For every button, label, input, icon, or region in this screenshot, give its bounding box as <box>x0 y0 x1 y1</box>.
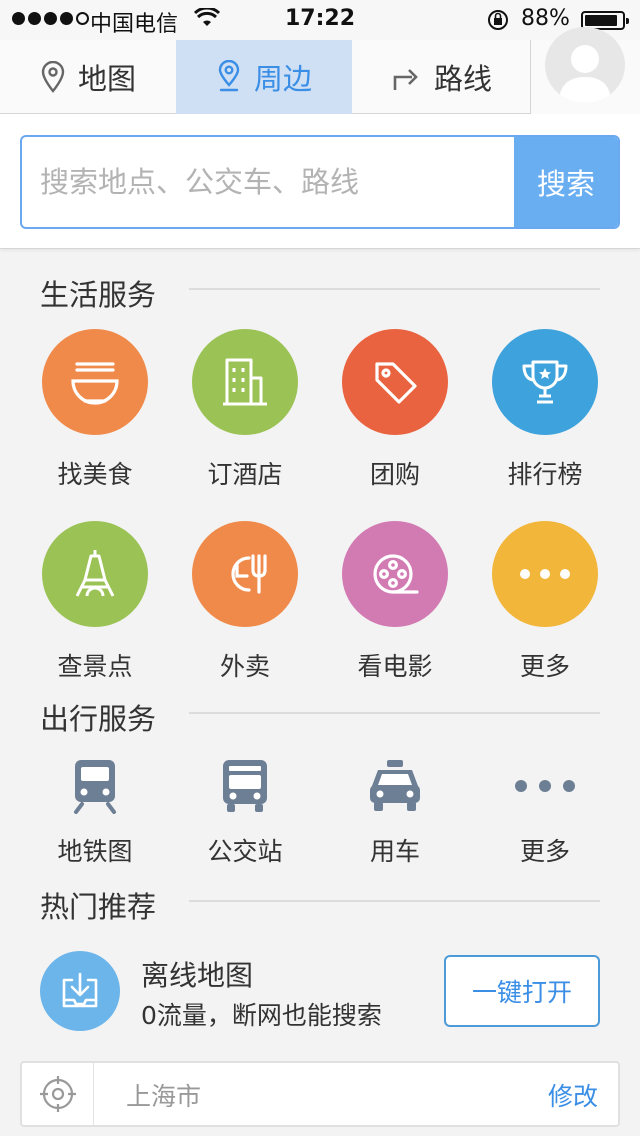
noodle-bowl-icon <box>42 329 148 435</box>
film-reel-icon <box>342 521 448 627</box>
status-bar: 中国电信 17:22 88% <box>0 0 640 40</box>
more-dots-icon <box>492 521 598 627</box>
search-button[interactable]: 搜索 <box>514 137 618 227</box>
service-food[interactable]: 找美食 <box>20 329 170 491</box>
service-groupbuy[interactable]: 团购 <box>320 329 470 491</box>
rotation-lock-icon <box>488 10 508 30</box>
tab-map-label: 地图 <box>77 62 136 96</box>
travel-label: 更多 <box>519 837 570 866</box>
offline-map-subtitle: 0流量，断网也能搜索 <box>141 1001 382 1030</box>
search-box: 搜索 <box>20 135 620 229</box>
service-more[interactable]: 更多 <box>470 521 620 683</box>
service-movie[interactable]: 看电影 <box>320 521 470 683</box>
service-label: 查景点 <box>57 652 133 681</box>
clock-fork-icon <box>192 521 298 627</box>
service-ranking[interactable]: 排行榜 <box>470 329 620 491</box>
travel-label: 地铁图 <box>57 837 133 866</box>
map-pin-icon <box>41 61 65 93</box>
service-takeout[interactable]: 外卖 <box>170 521 320 683</box>
offline-map-title: 离线地图 <box>141 959 254 992</box>
section-divider <box>189 288 600 290</box>
hotel-building-icon <box>192 329 298 435</box>
route-turn-icon <box>393 69 418 90</box>
service-label: 找美食 <box>57 460 133 489</box>
travel-services-title: 出行服务 <box>40 702 157 736</box>
download-map-icon <box>40 951 120 1031</box>
tag-icon <box>342 329 448 435</box>
change-city-link[interactable]: 修改 <box>548 1077 598 1113</box>
battery-percent: 88% <box>521 6 570 31</box>
locate-button[interactable] <box>22 1063 94 1125</box>
more-dots-icon <box>470 756 620 816</box>
travel-subway[interactable]: 地铁图 <box>20 756 170 868</box>
service-label: 看电影 <box>357 652 433 681</box>
life-services-title: 生活服务 <box>40 278 157 312</box>
section-divider <box>189 900 600 902</box>
service-scenic[interactable]: 查景点 <box>20 521 170 683</box>
travel-label: 公交站 <box>207 837 283 866</box>
one-click-open-button[interactable]: 一键打开 <box>444 955 600 1027</box>
subway-icon <box>20 756 170 816</box>
location-pin-icon <box>218 60 240 92</box>
travel-car[interactable]: 用车 <box>320 756 470 868</box>
locate-icon <box>39 1076 76 1112</box>
avatar[interactable] <box>545 27 625 103</box>
trophy-icon <box>492 329 598 435</box>
service-label: 团购 <box>369 460 420 489</box>
tab-nearby[interactable]: 周边 <box>176 40 352 114</box>
service-label: 排行榜 <box>507 460 583 489</box>
tab-nearby-label: 周边 <box>253 62 312 96</box>
user-silhouette-icon <box>559 45 611 103</box>
tower-icon <box>42 521 148 627</box>
travel-label: 用车 <box>369 837 420 866</box>
tab-route[interactable]: 路线 <box>352 40 530 114</box>
service-label: 订酒店 <box>207 460 283 489</box>
taxi-icon <box>320 756 470 816</box>
search-input[interactable] <box>22 137 516 227</box>
travel-bus-stop[interactable]: 公交站 <box>170 756 320 868</box>
city-bar: 上海市 修改 <box>20 1061 620 1127</box>
travel-more[interactable]: 更多 <box>470 756 620 868</box>
recommend-title: 热门推荐 <box>40 890 157 924</box>
service-label: 外卖 <box>219 652 270 681</box>
tab-route-label: 路线 <box>433 62 492 96</box>
service-label: 更多 <box>519 652 570 681</box>
service-hotel[interactable]: 订酒店 <box>170 329 320 491</box>
section-divider <box>189 712 600 714</box>
current-city: 上海市 <box>126 1082 202 1111</box>
tab-map[interactable]: 地图 <box>0 40 176 114</box>
bus-icon <box>170 756 320 816</box>
